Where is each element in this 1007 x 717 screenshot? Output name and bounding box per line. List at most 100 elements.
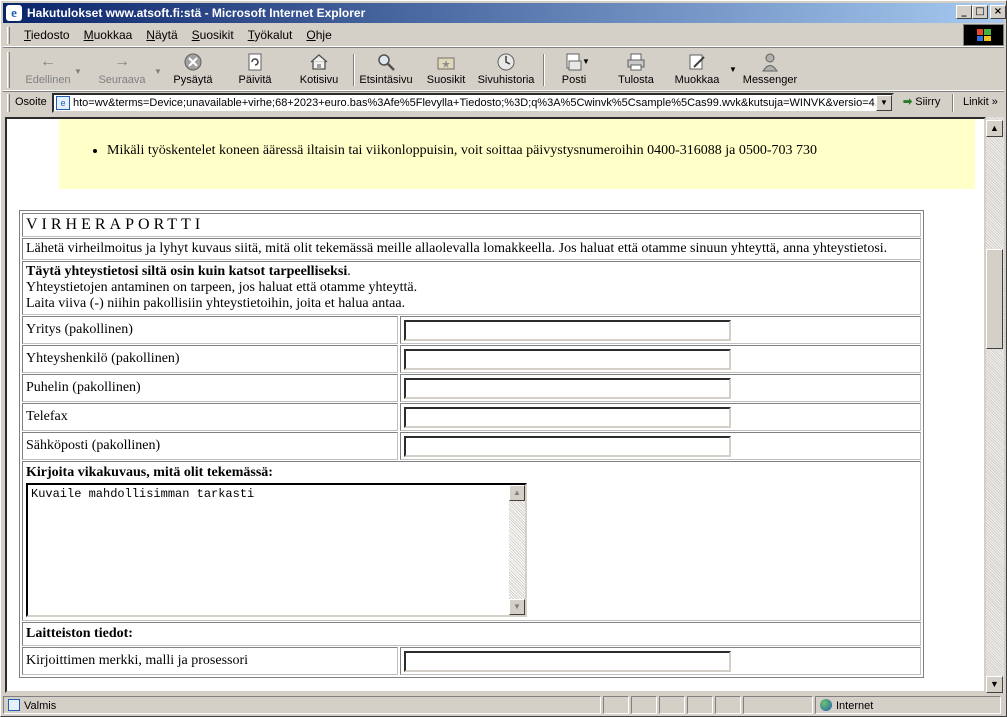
- forward-arrow-icon: →: [114, 53, 130, 70]
- fax-input[interactable]: [404, 407, 731, 428]
- address-dropdown-icon[interactable]: ▼: [876, 95, 892, 111]
- security-zone-pane: Internet: [815, 696, 1001, 714]
- printer-input[interactable]: [404, 651, 731, 672]
- edit-dropdown-icon[interactable]: ▼: [729, 65, 737, 74]
- scroll-down-icon[interactable]: ▼: [986, 676, 1003, 693]
- print-button[interactable]: Tulosta: [611, 52, 661, 88]
- stop-icon: [182, 52, 204, 72]
- address-bar: Osoite e hto=wv&terms=Device;unavailable…: [3, 92, 1004, 114]
- menu-edit[interactable]: Muokkaa: [77, 28, 140, 42]
- links-button[interactable]: Linkit »: [952, 94, 998, 112]
- address-input[interactable]: e hto=wv&terms=Device;unavailable+virhe;…: [52, 93, 894, 113]
- status-empty-pane-3: [659, 696, 685, 714]
- email-input[interactable]: [404, 436, 731, 457]
- edit-button[interactable]: Muokkaa: [669, 52, 725, 88]
- search-button[interactable]: Etsintäsivu: [357, 52, 415, 88]
- addressbar-grip[interactable]: [7, 94, 10, 112]
- scroll-up-icon[interactable]: ▲: [509, 485, 525, 501]
- menu-favorites[interactable]: Suosikit: [185, 28, 241, 42]
- home-icon: [308, 52, 330, 72]
- toolbar-separator: [543, 54, 545, 86]
- address-label: Osoite: [15, 96, 47, 108]
- minimize-button[interactable]: _: [956, 5, 972, 19]
- menu-file[interactable]: Tiedosto: [17, 28, 77, 42]
- messenger-person-icon: [759, 52, 781, 72]
- error-report-form: VIRHERAPORTTI Lähetä virheilmoitus ja ly…: [19, 210, 924, 678]
- globe-icon: [820, 699, 832, 711]
- phone-input[interactable]: [404, 378, 731, 399]
- status-empty-pane-2: [631, 696, 657, 714]
- forward-dropdown-icon[interactable]: ▼: [154, 67, 162, 76]
- toolbar-grip[interactable]: [7, 52, 10, 88]
- edit-icon: [686, 52, 708, 72]
- history-button[interactable]: Sivuhistoria: [475, 52, 537, 88]
- status-pane: Valmis: [3, 696, 601, 714]
- status-empty-pane-5: [715, 696, 741, 714]
- page-icon: e: [56, 96, 70, 110]
- scroll-thumb[interactable]: [986, 249, 1003, 349]
- field-row-email: Sähköposti (pakollinen): [22, 432, 921, 460]
- description-label: Kirjoita vikakuvaus, mitä olit tekemässä…: [26, 465, 273, 480]
- address-url[interactable]: hto=wv&terms=Device;unavailable+virhe;68…: [73, 97, 876, 109]
- go-arrow-icon: ➡: [903, 96, 913, 108]
- field-row-company: Yritys (pakollinen): [22, 316, 921, 344]
- menu-help[interactable]: Ohje: [299, 28, 338, 42]
- contact-line-1: Yhteystietojen antaminen on tarpeen, jos…: [26, 280, 418, 295]
- page-status-icon: [8, 699, 20, 711]
- status-bar: Valmis Internet: [3, 695, 1004, 715]
- maximize-button[interactable]: □: [972, 5, 988, 19]
- field-row-contact-person: Yhteyshenkilö (pakollinen): [22, 345, 921, 373]
- history-icon: [495, 52, 517, 72]
- favorites-folder-icon: [435, 52, 457, 72]
- favorites-button[interactable]: Suosikit: [423, 52, 469, 88]
- field-row-printer: Kirjoittimen merkki, malli ja prosessori: [22, 647, 921, 675]
- description-textarea[interactable]: Kuvaile mahdollisimman tarkasti ▲ ▼: [26, 483, 527, 617]
- contact-instructions: Täytä yhteystietosi siltä osin kuin kats…: [22, 261, 921, 315]
- field-row-fax: Telefax: [22, 403, 921, 431]
- back-dropdown-icon[interactable]: ▼: [74, 67, 82, 76]
- messenger-button[interactable]: Messenger: [739, 52, 801, 88]
- scroll-up-icon[interactable]: ▲: [986, 120, 1003, 137]
- menu-bar: Tiedosto Muokkaa Näytä Suosikit Työkalut…: [3, 24, 1004, 47]
- notice-box: Mikäli työskentelet koneen ääressä iltai…: [59, 119, 975, 189]
- form-title: VIRHERAPORTTI: [22, 213, 921, 237]
- page-content: Mikäli työskentelet koneen ääressä iltai…: [5, 117, 986, 693]
- form-intro: Lähetä virheilmoitus ja lyhyt kuvaus sii…: [22, 238, 921, 260]
- description-text[interactable]: Kuvaile mahdollisimman tarkasti: [28, 485, 525, 503]
- company-input[interactable]: [404, 320, 731, 341]
- status-empty-pane-4: [687, 696, 713, 714]
- menu-view[interactable]: Näytä: [139, 28, 184, 42]
- scroll-down-icon[interactable]: ▼: [509, 599, 525, 615]
- status-empty-pane-6: [743, 696, 813, 714]
- mail-dropdown-icon[interactable]: ▼: [582, 57, 590, 66]
- page-scrollbar[interactable]: ▲ ▼: [986, 117, 1004, 693]
- printer-icon: [625, 52, 647, 72]
- search-icon: [375, 52, 397, 72]
- field-label: Puhelin (pakollinen): [22, 374, 398, 402]
- back-button[interactable]: ← Edellinen: [17, 52, 79, 88]
- hardware-heading-row: Laitteiston tiedot:: [22, 622, 921, 646]
- menubar-grip[interactable]: [7, 27, 10, 44]
- window-title: Hakutulokset www.atsoft.fi:stä - Microso…: [27, 6, 366, 20]
- textarea-scrollbar[interactable]: ▲ ▼: [509, 485, 525, 615]
- browser-window: e Hakutulokset www.atsoft.fi:stä - Micro…: [0, 0, 1007, 717]
- menu-tools[interactable]: Työkalut: [241, 28, 300, 42]
- home-button[interactable]: Kotisivu: [291, 52, 347, 88]
- standard-toolbar: ← Edellinen ▼ → Seuraava ▼ Pysäytä Päivi…: [3, 49, 1004, 91]
- back-arrow-icon: ←: [40, 53, 56, 70]
- contact-person-input[interactable]: [404, 349, 731, 370]
- go-button[interactable]: ➡ Siirry: [903, 95, 940, 108]
- stop-button[interactable]: Pysäytä: [167, 52, 219, 88]
- status-empty-pane-1: [603, 696, 629, 714]
- forward-button[interactable]: → Seuraava: [91, 52, 153, 88]
- hardware-heading: Laitteiston tiedot:: [26, 626, 133, 641]
- title-bar[interactable]: e Hakutulokset www.atsoft.fi:stä - Micro…: [3, 3, 1006, 23]
- windows-logo-icon: [963, 24, 1004, 46]
- description-row: Kirjoita vikakuvaus, mitä olit tekemässä…: [22, 461, 921, 621]
- refresh-button[interactable]: Päivitä: [229, 52, 281, 88]
- toolbar-separator: [353, 54, 355, 86]
- field-row-phone: Puhelin (pakollinen): [22, 374, 921, 402]
- close-button[interactable]: ×: [990, 5, 1006, 19]
- mail-button[interactable]: Posti: [551, 52, 597, 88]
- chevron-right-icon: »: [991, 96, 998, 108]
